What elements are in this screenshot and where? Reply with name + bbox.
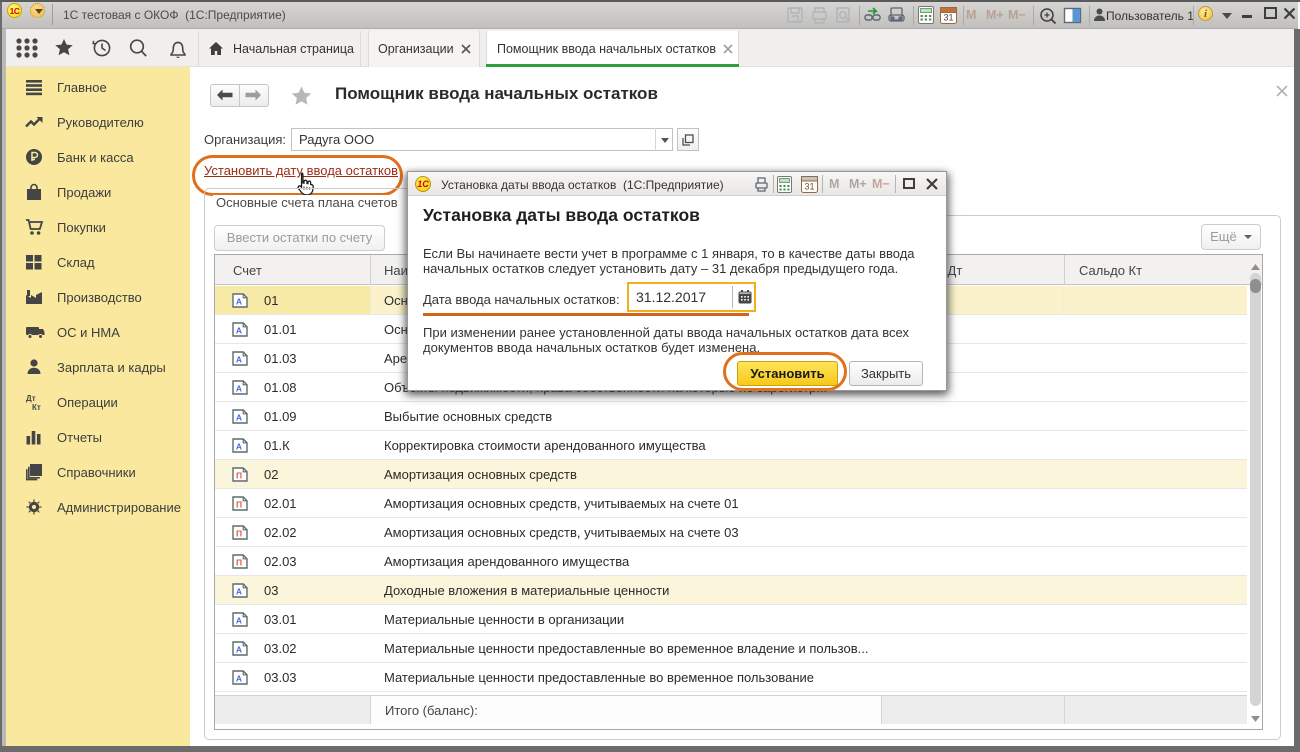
svg-text:П: П xyxy=(236,529,242,539)
svg-text:31: 31 xyxy=(943,13,953,23)
svg-text:Кт: Кт xyxy=(32,403,41,411)
svg-text:П: П xyxy=(236,471,242,481)
svg-text:А: А xyxy=(236,442,242,452)
svg-text:П: П xyxy=(236,500,242,510)
svg-text:А: А xyxy=(236,326,242,336)
svg-text:31: 31 xyxy=(804,182,814,192)
svg-text:А: А xyxy=(236,413,242,423)
svg-text:А: А xyxy=(236,384,242,394)
svg-text:А: А xyxy=(236,616,242,626)
svg-text:А: А xyxy=(236,645,242,655)
svg-text:А: А xyxy=(236,297,242,307)
svg-text:А: А xyxy=(236,355,242,365)
svg-text:Дт: Дт xyxy=(26,394,36,403)
svg-text:А: А xyxy=(236,674,242,684)
svg-text:А: А xyxy=(236,587,242,597)
svg-text:П: П xyxy=(236,558,242,568)
